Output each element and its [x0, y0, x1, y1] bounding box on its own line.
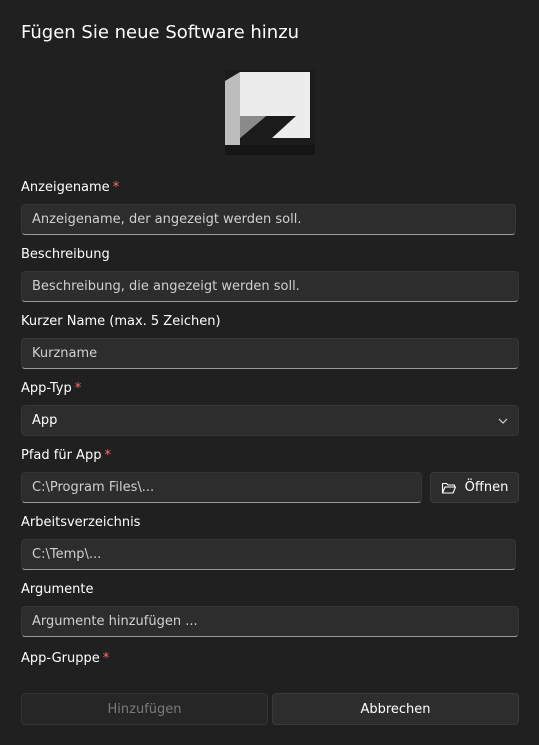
description-placeholder: Beschreibung, die angezeigt werden soll. — [32, 279, 300, 294]
add-button[interactable]: Hinzufügen — [21, 693, 268, 725]
dialog-title: Fügen Sie neue Software hinzu — [21, 22, 300, 43]
app-type-select[interactable]: App — [21, 405, 519, 436]
short-name-input[interactable]: Kurzname — [21, 338, 519, 369]
arguments-label: Argumente — [21, 582, 94, 597]
required-marker: * — [102, 651, 110, 666]
working-dir-label: Arbeitsverzeichnis — [21, 515, 141, 530]
required-marker: * — [104, 448, 111, 463]
short-name-placeholder: Kurzname — [32, 346, 98, 361]
chevron-down-icon — [498, 418, 508, 424]
cancel-button[interactable]: Abbrechen — [272, 693, 519, 725]
open-button[interactable]: Öffnen — [430, 472, 519, 503]
working-dir-placeholder: C:\Temp\... — [32, 547, 102, 562]
arguments-input[interactable]: Argumente hinzufügen ... — [21, 606, 519, 637]
app-type-value: App — [32, 413, 58, 428]
required-marker: * — [74, 381, 82, 396]
app-path-input[interactable]: C:\Program Files\... — [21, 472, 422, 503]
app-type-label: App-Typ * — [21, 381, 82, 396]
description-input[interactable]: Beschreibung, die angezeigt werden soll. — [21, 271, 519, 302]
working-dir-input[interactable]: C:\Temp\... — [21, 539, 516, 570]
open-button-label: Öffnen — [464, 480, 509, 495]
app-placeholder-logo-icon — [225, 70, 315, 155]
arguments-placeholder: Argumente hinzufügen ... — [32, 614, 198, 629]
app-path-label: Pfad für App * — [21, 448, 111, 463]
folder-open-icon — [441, 482, 456, 494]
required-marker: * — [112, 180, 120, 195]
display-name-label: Anzeigename * — [21, 180, 120, 195]
description-label: Beschreibung — [21, 247, 110, 262]
display-name-input[interactable]: Anzeigename, der angezeigt werden soll. — [21, 204, 516, 235]
short-name-label: Kurzer Name (max. 5 Zeichen) — [21, 314, 221, 329]
app-group-label: App-Gruppe * — [21, 651, 110, 666]
display-name-placeholder: Anzeigename, der angezeigt werden soll. — [32, 212, 302, 227]
app-path-placeholder: C:\Program Files\... — [32, 480, 155, 495]
